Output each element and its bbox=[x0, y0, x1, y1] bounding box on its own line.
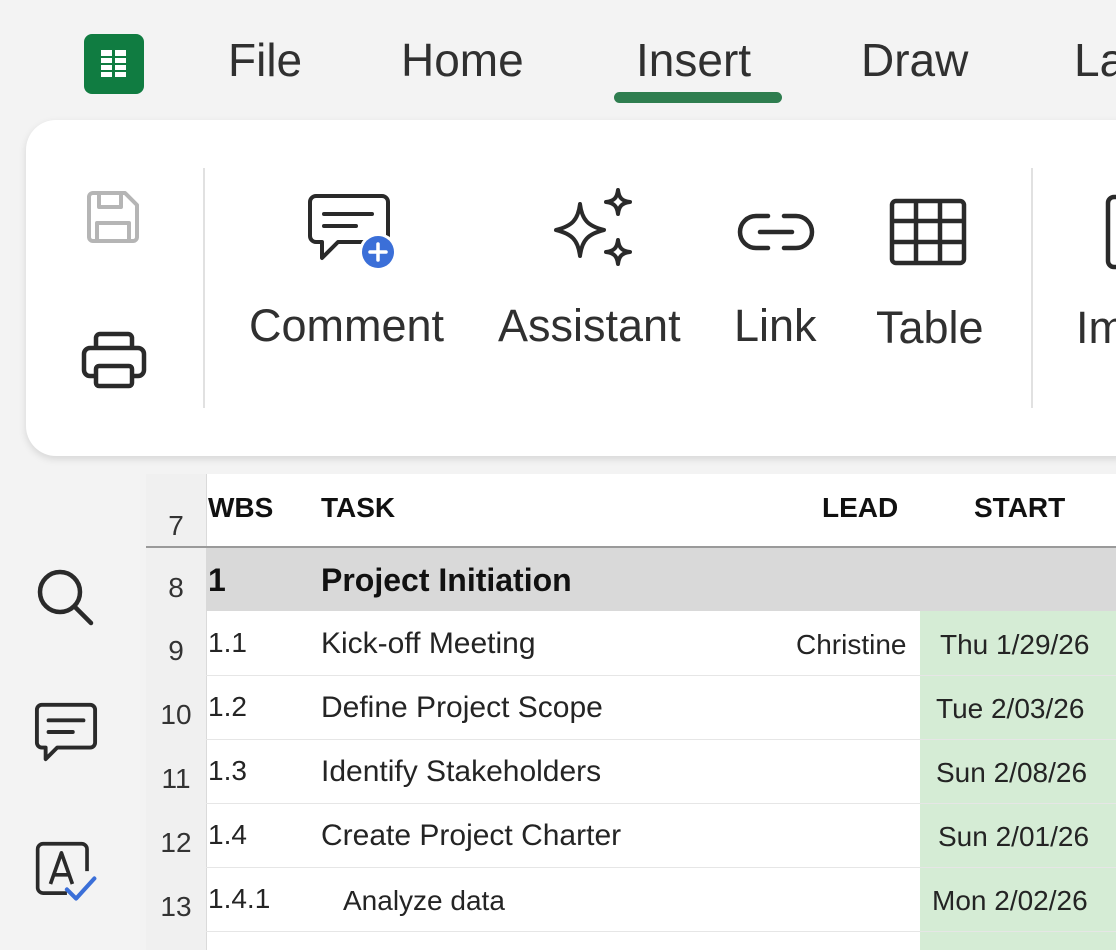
sparkle-icon[interactable] bbox=[546, 186, 638, 276]
wbs-cell[interactable]: 1.4.1 bbox=[208, 883, 270, 915]
task-cell[interactable]: Analyze data bbox=[343, 885, 505, 917]
menu-file[interactable]: File bbox=[228, 30, 302, 90]
menu-layout[interactable]: La bbox=[1074, 30, 1116, 90]
task-cell[interactable]: Identify Stakeholders bbox=[321, 755, 601, 789]
comment-button[interactable]: Comment bbox=[249, 296, 444, 356]
table-icon[interactable] bbox=[886, 196, 970, 268]
comment-add-icon[interactable] bbox=[306, 190, 402, 276]
wbs-cell[interactable]: 1.2 bbox=[208, 691, 247, 723]
table-button[interactable]: Table bbox=[876, 298, 984, 358]
row-number[interactable]: 11 bbox=[146, 763, 206, 795]
app-logo[interactable] bbox=[84, 34, 144, 94]
row-number[interactable]: 12 bbox=[146, 827, 206, 859]
wbs-cell[interactable]: 1.1 bbox=[208, 627, 247, 659]
comment-icon[interactable] bbox=[34, 700, 98, 764]
row-number[interactable]: 8 bbox=[146, 572, 206, 604]
start-cell[interactable]: Thu 1/29/26 bbox=[940, 629, 1089, 661]
table-row: 10 1.2 Define Project Scope Tue 2/03/26 bbox=[146, 675, 1116, 739]
table-row: 12 1.4 Create Project Charter Sun 2/01/2… bbox=[146, 803, 1116, 867]
row-number[interactable]: 13 bbox=[146, 891, 206, 923]
link-button[interactable]: Link bbox=[734, 296, 817, 356]
header-lead[interactable]: LEAD bbox=[822, 492, 898, 524]
section-row: 8 1 Project Initiation bbox=[146, 548, 1116, 611]
wbs-cell[interactable]: 1.4 bbox=[208, 819, 247, 851]
start-cell[interactable]: Sun 2/08/26 bbox=[936, 757, 1087, 789]
section-task[interactable]: Project Initiation bbox=[321, 562, 572, 599]
image-icon[interactable] bbox=[1104, 194, 1116, 270]
row-number[interactable]: 10 bbox=[146, 699, 206, 731]
section-wbs[interactable]: 1 bbox=[208, 562, 226, 599]
row-number[interactable]: 7 bbox=[146, 510, 206, 542]
spreadsheet-grid[interactable]: 7 WBS TASK LEAD START 8 1 Project Initia… bbox=[146, 474, 1116, 950]
table-row: 13 1.4.1 Analyze data Mon 2/02/26 bbox=[146, 867, 1116, 931]
task-cell[interactable]: Kick-off Meeting bbox=[321, 627, 536, 661]
start-cell[interactable]: Tue 2/03/26 bbox=[936, 693, 1084, 725]
ribbon-divider bbox=[203, 168, 205, 408]
menu-home[interactable]: Home bbox=[401, 30, 524, 90]
ribbon bbox=[26, 120, 1116, 456]
spellcheck-icon[interactable] bbox=[34, 836, 98, 910]
search-icon[interactable] bbox=[34, 566, 98, 630]
link-icon[interactable] bbox=[734, 200, 818, 264]
header-wbs[interactable]: WBS bbox=[208, 492, 273, 524]
table-row: 11 1.3 Identify Stakeholders Sun 2/08/26 bbox=[146, 739, 1116, 803]
header-row: 7 WBS TASK LEAD START bbox=[146, 474, 1116, 548]
header-task[interactable]: TASK bbox=[321, 492, 395, 524]
table-row: 9 1.1 Kick-off Meeting Christine Thu 1/2… bbox=[146, 611, 1116, 675]
row-number[interactable]: 9 bbox=[146, 635, 206, 667]
assistant-button[interactable]: Assistant bbox=[498, 296, 681, 356]
menu-insert[interactable]: Insert bbox=[636, 30, 751, 90]
save-icon[interactable] bbox=[82, 186, 144, 248]
image-button[interactable]: Im bbox=[1076, 298, 1116, 358]
ribbon-divider bbox=[1031, 168, 1033, 408]
printer-icon[interactable] bbox=[80, 328, 148, 392]
header-start[interactable]: START bbox=[974, 492, 1065, 524]
start-cell[interactable]: Mon 2/02/26 bbox=[932, 885, 1088, 917]
start-cell[interactable]: Sun 2/01/26 bbox=[938, 821, 1089, 853]
task-cell[interactable]: Define Project Scope bbox=[321, 691, 603, 725]
active-tab-indicator bbox=[614, 92, 782, 103]
menu-draw[interactable]: Draw bbox=[861, 30, 968, 90]
sheets-grid-icon bbox=[101, 50, 126, 77]
wbs-cell[interactable]: 1.3 bbox=[208, 755, 247, 787]
task-cell[interactable]: Create Project Charter bbox=[321, 819, 621, 853]
row-divider bbox=[206, 931, 1116, 932]
lead-cell[interactable]: Christine bbox=[796, 629, 906, 661]
